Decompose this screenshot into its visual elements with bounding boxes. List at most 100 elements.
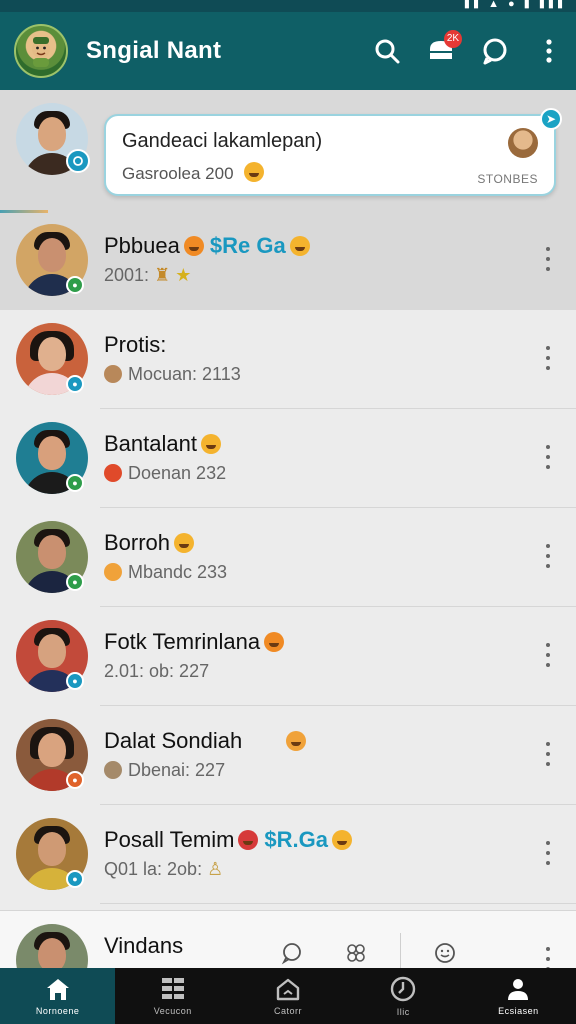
clock-emoji-icon [104, 563, 122, 581]
app-bar: Sngial Nant 2K [0, 12, 576, 90]
online-status-icon: ● [66, 474, 84, 492]
emoji-icon [183, 236, 204, 256]
nav-label: Vecucon [153, 1006, 192, 1016]
star-icon: ★ [175, 265, 192, 285]
bottom-navigation: Nornoene Vecucon Catorr Ilic Ecsiasen [0, 968, 576, 1024]
smiley-icon [435, 943, 455, 963]
figure-icon: ♙ [207, 859, 224, 879]
nav-item-home[interactable]: Nornoene [0, 968, 116, 1024]
app-actions: 2K [360, 12, 576, 90]
nav-label: Ecsiasen [498, 1006, 539, 1016]
list-item[interactable]: ● Dalat Sondiah Dbenai: 227 [0, 706, 576, 805]
chat-button[interactable] [468, 24, 522, 78]
pinned-card-title: Gandeaci lakamlepan) [122, 130, 323, 152]
clock-icon [391, 976, 416, 1002]
contact-meta: Mbandc 233 [104, 562, 227, 583]
contact-name: Borroh [104, 530, 195, 556]
list-item[interactable]: Vindans [0, 910, 576, 968]
online-status-icon: ● [66, 672, 84, 690]
list-item[interactable]: ● Posall Temim $R.Ga Q01 la: 2ob: ♙ [0, 805, 576, 904]
house-outline-icon [276, 978, 300, 1001]
online-status-icon: ● [66, 276, 84, 294]
more-options-button[interactable] [538, 247, 558, 271]
more-options-button[interactable] [538, 544, 558, 568]
trophy-icon: ♜ [154, 265, 171, 285]
scroll-icon [104, 761, 122, 779]
pinned-card-tag: STONBES [477, 172, 538, 186]
contact-name: Posall Temim $R.Ga [104, 827, 353, 853]
laughing-emoji-icon [332, 830, 353, 850]
share-icon[interactable]: ➤ [540, 108, 562, 130]
nav-item-activity[interactable]: Ilic [346, 968, 461, 1024]
name-tag: $R.Ga [264, 827, 329, 852]
smile-emoji-icon [243, 162, 264, 182]
emoji-icon [104, 464, 122, 482]
contact-meta: Mocuan: 2113 [104, 364, 241, 385]
avatar [16, 924, 88, 968]
more-options-button[interactable] [538, 841, 558, 865]
notifications-button[interactable]: 2K [414, 24, 468, 78]
emoji-icon [264, 632, 285, 652]
avatar: ● [16, 620, 88, 692]
list-item[interactable]: ● Protis: Mocuan: 2113 [0, 310, 576, 409]
grid-icon [161, 978, 184, 999]
contact-name: Fotk Temrinlana [104, 629, 285, 655]
card-thumbnail [508, 128, 538, 158]
more-options-button[interactable] [538, 346, 558, 370]
list-item[interactable]: ● Borroh Mbandc 233 [0, 508, 576, 607]
online-status-icon: ● [66, 573, 84, 591]
emoji-icon [174, 533, 195, 553]
contact-meta: Doenan 232 [104, 463, 226, 484]
chat-bubble-icon [483, 38, 507, 65]
avatar: ● [16, 422, 88, 494]
online-status-icon: ● [66, 375, 84, 393]
status-icons: ▮▮ ▲ ● ▮ ▮▮▮ [463, 0, 566, 10]
nav-item-house[interactable]: Catorr [230, 968, 345, 1024]
contact-meta: Dbenai: 227 [104, 760, 225, 781]
list-item[interactable]: ● Pbbuea $Re Ga 2001: ♜ ★ [0, 211, 576, 310]
pinned-message-card[interactable]: Gandeaci lakamlepan) Gasroolea 200 STONB… [104, 108, 562, 196]
nav-label: Catorr [274, 1006, 303, 1016]
nav-label: Nornoene [35, 1006, 80, 1016]
nav-label: Ilic [396, 1007, 410, 1017]
status-bar: ▮▮ ▲ ● ▮ ▮▮▮ [0, 0, 576, 12]
gift-emoji-icon [238, 830, 259, 850]
app-title: Sngial Nant [86, 37, 222, 64]
app-logo [14, 24, 68, 78]
contact-name: Bantalant [104, 431, 221, 457]
more-options-button[interactable] [538, 445, 558, 469]
comment-icon [281, 943, 301, 965]
conversation-list: Gandeaci lakamlepan) Gasroolea 200 STONB… [0, 90, 576, 968]
pinned-avatar[interactable] [16, 103, 90, 175]
contact-name: Protis: [104, 332, 167, 357]
notification-badge: 2K [444, 30, 462, 48]
react-button[interactable] [336, 933, 376, 968]
list-item[interactable]: ● Fotk Temrinlana 2.01: ob: 227 [0, 607, 576, 706]
home-icon [46, 979, 69, 1000]
people-icon [508, 979, 529, 1000]
contact-meta: 2001: ♜ ★ [104, 265, 192, 285]
avatar: ● [16, 818, 88, 890]
more-options-button[interactable] [538, 947, 558, 968]
nav-item-grid[interactable]: Vecucon [115, 968, 230, 1024]
contact-meta: 2.01: ob: 227 [104, 661, 210, 681]
online-status-icon: ● [66, 870, 84, 888]
overflow-menu-button[interactable] [522, 24, 576, 78]
pinned-section: Gandeaci lakamlepan) Gasroolea 200 STONB… [0, 90, 576, 310]
comment-button[interactable] [272, 933, 312, 968]
online-status-icon: ● [66, 771, 84, 789]
contact-meta: Q01 la: 2ob: ♙ [104, 859, 224, 879]
contact-name: Pbbuea $Re Ga [104, 233, 310, 259]
more-options-button[interactable] [538, 643, 558, 667]
list-item[interactable]: ● Bantalant Doenan 232 [0, 409, 576, 508]
search-button[interactable] [360, 24, 414, 78]
name-tag: $Re Ga [209, 233, 286, 258]
contact-name: Vindans [104, 933, 184, 958]
quick-actions [272, 933, 532, 968]
clover-icon [347, 944, 365, 962]
pinned-card-subtitle: Gasroolea 200 [122, 162, 264, 184]
nav-item-people[interactable]: Ecsiasen [461, 968, 576, 1024]
emoji-button[interactable] [425, 933, 465, 968]
chat-status-icon [66, 149, 90, 173]
more-options-button[interactable] [538, 742, 558, 766]
